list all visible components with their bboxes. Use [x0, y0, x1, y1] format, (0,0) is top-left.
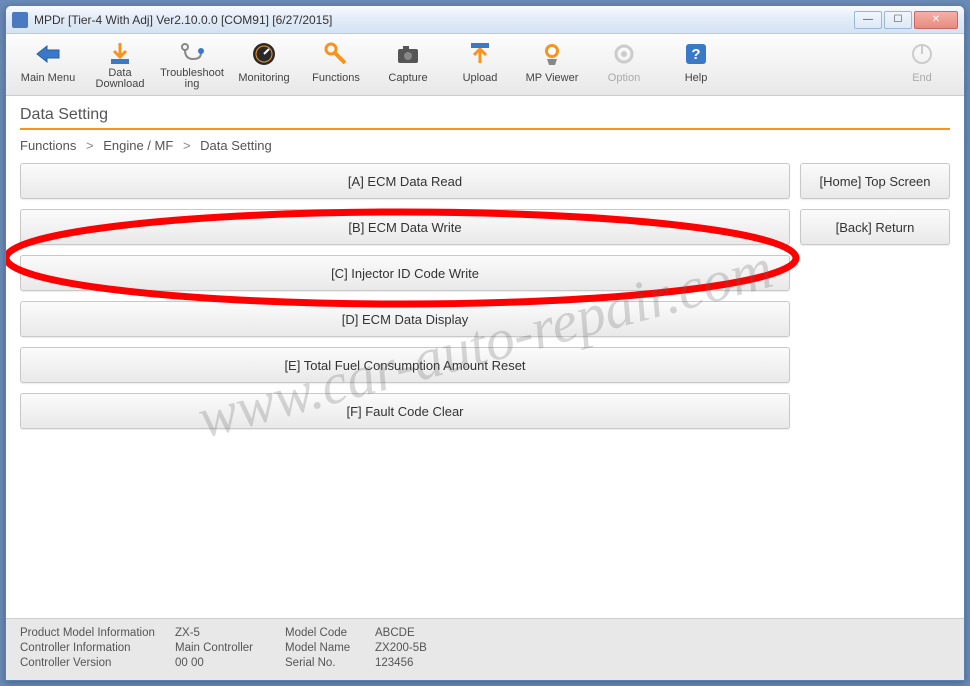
- status-value: ZX-5: [175, 627, 285, 639]
- troubleshooting-button[interactable]: Troubleshoot ing: [156, 36, 228, 94]
- main-menu-button[interactable]: Main Menu: [12, 36, 84, 94]
- status-bar: Product Model Information ZX-5 Model Cod…: [6, 618, 964, 680]
- home-arrow-icon: [32, 40, 64, 68]
- gauge-icon: [248, 40, 280, 68]
- fault-code-clear-button[interactable]: [F] Fault Code Clear: [20, 393, 790, 429]
- ecm-data-read-button[interactable]: [A] ECM Data Read: [20, 163, 790, 199]
- help-icon: ?: [680, 40, 712, 68]
- camera-icon: [392, 40, 424, 68]
- viewer-icon: [536, 40, 568, 68]
- chevron-right-icon: >: [183, 138, 191, 153]
- titlebar: MPDr [Tier-4 With Adj] Ver2.10.0.0 [COM9…: [6, 6, 964, 34]
- status-label: Product Model Information: [20, 627, 175, 639]
- status-label: Model Name: [285, 642, 375, 654]
- download-icon: [104, 40, 136, 68]
- back-return-button[interactable]: [Back] Return: [800, 209, 950, 245]
- help-button[interactable]: ? Help: [660, 36, 732, 94]
- status-label: Controller Version: [20, 657, 175, 669]
- breadcrumb: Functions > Engine / MF > Data Setting: [20, 138, 950, 153]
- upload-button[interactable]: Upload: [444, 36, 516, 94]
- data-download-button[interactable]: Data Download: [84, 36, 156, 94]
- status-value: 123456: [375, 657, 485, 669]
- ecm-data-write-button[interactable]: [B] ECM Data Write: [20, 209, 790, 245]
- capture-button[interactable]: Capture: [372, 36, 444, 94]
- functions-button[interactable]: Functions: [300, 36, 372, 94]
- status-label: Serial No.: [285, 657, 375, 669]
- main-button-list: [A] ECM Data Read [B] ECM Data Write [C]…: [20, 163, 790, 429]
- stethoscope-icon: [176, 40, 208, 68]
- chevron-right-icon: >: [86, 138, 94, 153]
- status-value: 00 00: [175, 657, 285, 669]
- fuel-consumption-reset-button[interactable]: [E] Total Fuel Consumption Amount Reset: [20, 347, 790, 383]
- side-button-list: [Home] Top Screen [Back] Return: [800, 163, 950, 429]
- status-value: ABCDE: [375, 627, 485, 639]
- breadcrumb-item[interactable]: Functions: [20, 138, 76, 153]
- wrench-icon: [320, 40, 352, 68]
- upload-icon: [464, 40, 496, 68]
- power-icon: [906, 40, 938, 68]
- ecm-data-display-button[interactable]: [D] ECM Data Display: [20, 301, 790, 337]
- status-label: Model Code: [285, 627, 375, 639]
- content-area: [A] ECM Data Read [B] ECM Data Write [C]…: [20, 163, 950, 429]
- end-button[interactable]: End: [886, 36, 958, 94]
- breadcrumb-item: Data Setting: [200, 138, 272, 153]
- window-controls: — ☐ ✕: [854, 11, 958, 29]
- svg-text:?: ?: [691, 46, 700, 63]
- app-window: MPDr [Tier-4 With Adj] Ver2.10.0.0 [COM9…: [5, 5, 965, 681]
- minimize-button[interactable]: —: [854, 11, 882, 29]
- option-button[interactable]: Option: [588, 36, 660, 94]
- status-label: Controller Information: [20, 642, 175, 654]
- toolbar: Main Menu Data Download Troubleshoot ing…: [6, 34, 964, 96]
- close-button[interactable]: ✕: [914, 11, 958, 29]
- gear-icon: [608, 40, 640, 68]
- mp-viewer-button[interactable]: MP Viewer: [516, 36, 588, 94]
- monitoring-button[interactable]: Monitoring: [228, 36, 300, 94]
- window-title: MPDr [Tier-4 With Adj] Ver2.10.0.0 [COM9…: [34, 13, 854, 27]
- status-value: Main Controller: [175, 642, 285, 654]
- status-value: ZX200-5B: [375, 642, 485, 654]
- injector-id-code-write-button[interactable]: [C] Injector ID Code Write: [20, 255, 790, 291]
- breadcrumb-item[interactable]: Engine / MF: [103, 138, 173, 153]
- page-content: Data Setting Functions > Engine / MF > D…: [6, 96, 964, 437]
- page-title: Data Setting: [20, 104, 950, 130]
- app-icon: [12, 12, 28, 28]
- maximize-button[interactable]: ☐: [884, 11, 912, 29]
- home-top-screen-button[interactable]: [Home] Top Screen: [800, 163, 950, 199]
